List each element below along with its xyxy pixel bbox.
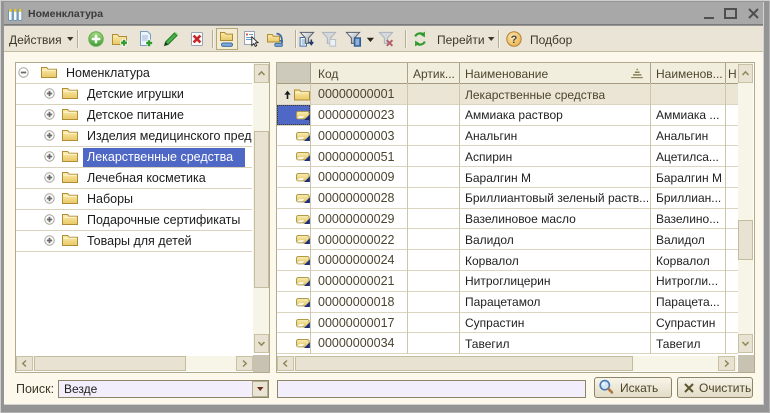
svg-text:?: ?	[511, 34, 518, 46]
